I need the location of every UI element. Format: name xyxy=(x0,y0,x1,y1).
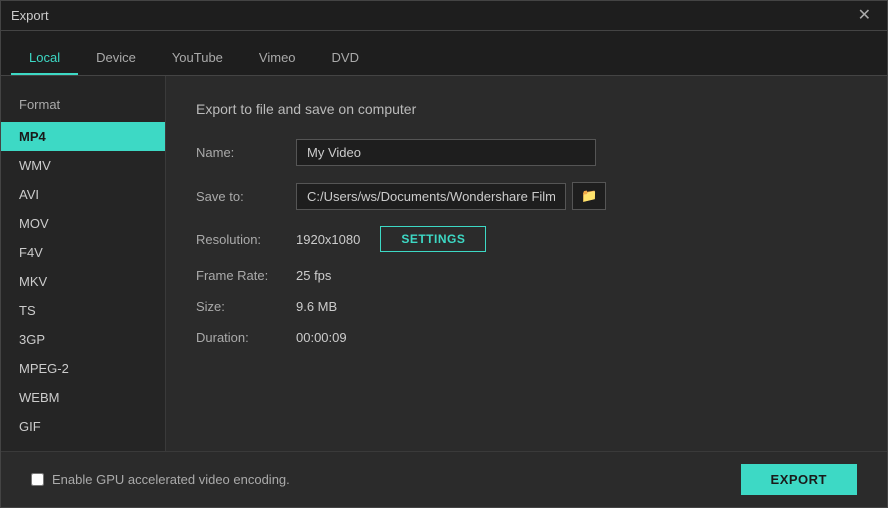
format-label: Format xyxy=(1,91,165,122)
settings-button[interactable]: SETTINGS xyxy=(380,226,486,252)
tab-local[interactable]: Local xyxy=(11,42,78,75)
tab-vimeo[interactable]: Vimeo xyxy=(241,42,314,75)
export-window: Export ✕ Local Device YouTube Vimeo DVD … xyxy=(0,0,888,508)
name-label: Name: xyxy=(196,145,296,160)
resolution-label: Resolution: xyxy=(196,232,296,247)
frame-rate-row: Frame Rate: 25 fps xyxy=(196,268,857,283)
tab-device[interactable]: Device xyxy=(78,42,154,75)
tab-dvd[interactable]: DVD xyxy=(314,42,377,75)
title-bar: Export ✕ xyxy=(1,1,887,31)
browse-folder-button[interactable]: 📁 xyxy=(572,182,606,210)
sidebar-item-mp4[interactable]: MP4 xyxy=(1,122,165,151)
sidebar-item-gif[interactable]: GIF xyxy=(1,412,165,441)
tab-youtube[interactable]: YouTube xyxy=(154,42,241,75)
frame-rate-value: 25 fps xyxy=(296,268,331,283)
path-row: 📁 xyxy=(296,182,606,210)
frame-rate-label: Frame Rate: xyxy=(196,268,296,283)
save-to-row: Save to: 📁 xyxy=(196,182,857,210)
main-content: Export to file and save on computer Name… xyxy=(166,76,887,451)
sidebar-item-mov[interactable]: MOV xyxy=(1,209,165,238)
size-value: 9.6 MB xyxy=(296,299,337,314)
sidebar-item-webm[interactable]: WEBM xyxy=(1,383,165,412)
bottom-bar: Enable GPU accelerated video encoding. E… xyxy=(1,451,887,507)
size-label: Size: xyxy=(196,299,296,314)
name-input[interactable] xyxy=(296,139,596,166)
resolution-row: Resolution: 1920x1080 SETTINGS xyxy=(196,226,857,252)
export-button[interactable]: EXPORT xyxy=(741,464,857,495)
size-row: Size: 9.6 MB xyxy=(196,299,857,314)
content-area: Format MP4 WMV AVI MOV F4V MKV TS 3GP MP… xyxy=(1,76,887,451)
sidebar-item-mkv[interactable]: MKV xyxy=(1,267,165,296)
gpu-label: Enable GPU accelerated video encoding. xyxy=(52,472,290,487)
folder-icon: 📁 xyxy=(581,188,597,203)
main-title: Export to file and save on computer xyxy=(196,101,857,117)
sidebar-item-3gp[interactable]: 3GP xyxy=(1,325,165,354)
path-input[interactable] xyxy=(296,183,566,210)
duration-label: Duration: xyxy=(196,330,296,345)
gpu-row: Enable GPU accelerated video encoding. xyxy=(31,472,290,487)
sidebar-item-avi[interactable]: AVI xyxy=(1,180,165,209)
resolution-value-row: 1920x1080 SETTINGS xyxy=(296,226,486,252)
sidebar-item-mp3[interactable]: MP3 xyxy=(1,441,165,451)
save-to-label: Save to: xyxy=(196,189,296,204)
window-title: Export xyxy=(11,8,49,23)
sidebar-item-mpeg2[interactable]: MPEG-2 xyxy=(1,354,165,383)
duration-row: Duration: 00:00:09 xyxy=(196,330,857,345)
duration-value: 00:00:09 xyxy=(296,330,347,345)
sidebar-item-wmv[interactable]: WMV xyxy=(1,151,165,180)
format-sidebar: Format MP4 WMV AVI MOV F4V MKV TS 3GP MP… xyxy=(1,76,166,451)
resolution-value: 1920x1080 xyxy=(296,232,360,247)
sidebar-item-ts[interactable]: TS xyxy=(1,296,165,325)
close-button[interactable]: ✕ xyxy=(852,6,877,26)
gpu-checkbox[interactable] xyxy=(31,473,44,486)
sidebar-item-f4v[interactable]: F4V xyxy=(1,238,165,267)
name-row: Name: xyxy=(196,139,857,166)
tab-bar: Local Device YouTube Vimeo DVD xyxy=(1,31,887,76)
